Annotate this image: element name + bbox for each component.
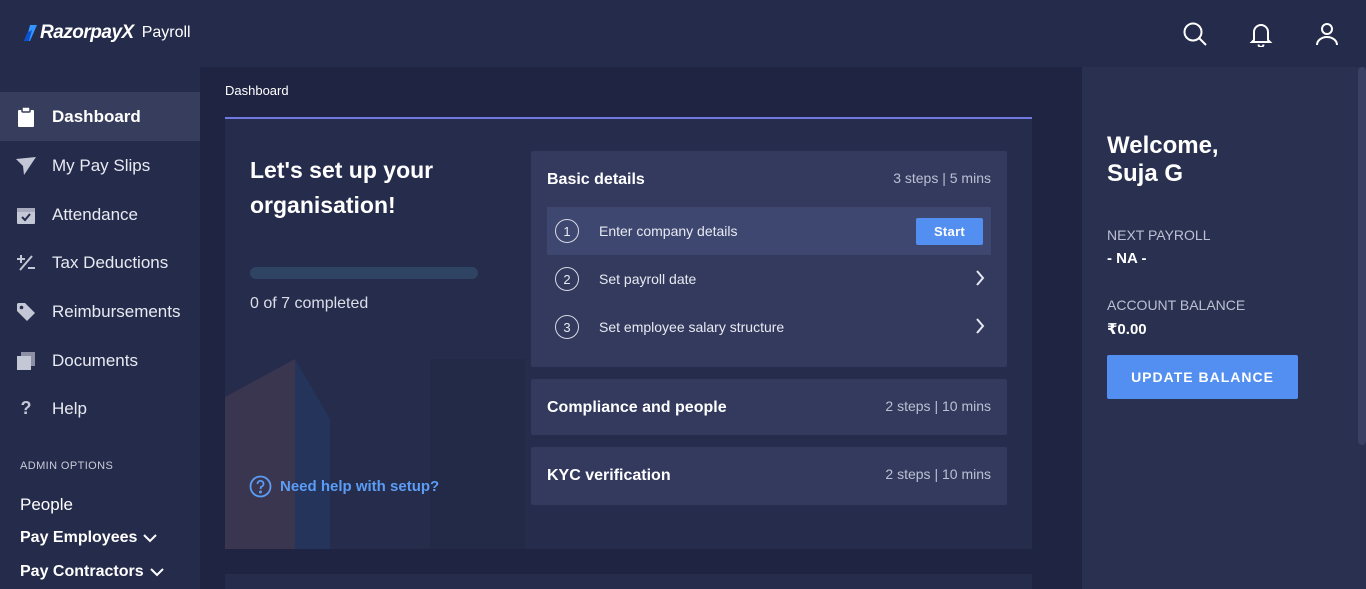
- question-icon: ?: [20, 398, 32, 418]
- start-button[interactable]: Start: [916, 218, 983, 245]
- sidebar-item-label: Dashboard: [52, 106, 141, 126]
- sidebar-item-label: Pay Contractors: [20, 563, 144, 580]
- welcome-line: Welcome,: [1107, 132, 1219, 159]
- sidebar-item-label: Help: [52, 398, 87, 418]
- next-payroll-label: NEXT PAYROLL: [1107, 227, 1211, 243]
- sidebar-item-label: Pay Employees: [20, 529, 138, 546]
- update-balance-button[interactable]: UPDATE BALANCE: [1107, 355, 1298, 399]
- compliance-and-people-card[interactable]: Compliance and people 2 steps | 10 mins: [531, 379, 1007, 435]
- sidebar-item-label: Documents: [52, 350, 138, 370]
- sidebar-item-label: Reimbursements: [52, 301, 181, 321]
- sidebar: Dashboard My Pay Slips Attendance Tax De…: [0, 67, 200, 589]
- razorpay-logo-icon: [24, 24, 38, 42]
- help-circle-icon: [249, 475, 272, 498]
- bell-icon[interactable]: [1245, 18, 1277, 50]
- chevron-right-icon: [976, 318, 985, 334]
- step-number: 2: [555, 267, 579, 291]
- breadcrumb: Dashboard: [225, 83, 289, 98]
- sidebar-item-my-pay-slips[interactable]: My Pay Slips: [0, 141, 200, 190]
- setup-help-link[interactable]: Need help with setup?: [249, 475, 439, 498]
- right-panel: Welcome, Suja G NEXT PAYROLL - NA - ACCO…: [1082, 67, 1366, 589]
- setup-card: Let's set up your organisation! 0 of 7 c…: [225, 117, 1032, 549]
- sidebar-item-documents[interactable]: Documents: [0, 336, 200, 385]
- card-title: Basic details: [547, 171, 645, 188]
- clipboard-icon: [16, 106, 36, 127]
- sidebar-item-help[interactable]: ? Help: [0, 384, 200, 433]
- card-meta: 3 steps | 5 mins: [893, 170, 991, 186]
- step-number: 3: [555, 315, 579, 339]
- account-balance-label: ACCOUNT BALANCE: [1107, 297, 1246, 313]
- kyc-verification-card[interactable]: KYC verification 2 steps | 10 mins: [531, 447, 1007, 505]
- step-row-set-salary-structure[interactable]: 3 Set employee salary structure: [547, 303, 991, 351]
- setup-progress-text: 0 of 7 completed: [250, 295, 369, 312]
- paper-plane-icon: [16, 156, 36, 176]
- admin-options-label: ADMIN OPTIONS: [20, 460, 114, 472]
- card-meta: 2 steps | 10 mins: [885, 466, 991, 482]
- chevron-down-icon: [143, 534, 158, 543]
- sidebar-item-reimbursements[interactable]: Reimbursements: [0, 287, 200, 336]
- step-row-set-payroll-date[interactable]: 2 Set payroll date: [547, 255, 991, 303]
- search-icon[interactable]: [1179, 18, 1211, 50]
- sidebar-item-tax-deductions[interactable]: Tax Deductions: [0, 238, 200, 287]
- sidebar-item-pay-contractors[interactable]: Pay Contractors: [20, 563, 164, 581]
- page-scrollbar[interactable]: [1358, 67, 1366, 445]
- decorative-graphic: [225, 359, 525, 549]
- card-title: KYC verification: [547, 467, 671, 484]
- chevron-right-icon: [976, 270, 985, 286]
- card-title: Compliance and people: [547, 399, 727, 416]
- step-label: Set employee salary structure: [599, 319, 785, 335]
- card-meta: 2 steps | 10 mins: [885, 398, 991, 414]
- step-row-enter-company-details[interactable]: 1 Enter company details Start: [547, 207, 991, 255]
- top-bar: RazorpayX Payroll: [0, 0, 1366, 67]
- user-icon[interactable]: [1311, 18, 1343, 50]
- product-name: Payroll: [141, 24, 191, 41]
- setup-help-label: Need help with setup?: [280, 478, 440, 495]
- plus-minus-icon: [16, 253, 36, 273]
- sidebar-item-dashboard[interactable]: Dashboard: [0, 92, 200, 141]
- user-name: Suja G: [1107, 160, 1184, 187]
- account-balance-value: ₹0.00: [1107, 321, 1147, 338]
- main-content: Dashboard Let's set up your organisation…: [200, 67, 1082, 589]
- sidebar-item-label: Attendance: [52, 204, 139, 224]
- sidebar-item-attendance[interactable]: Attendance: [0, 190, 200, 239]
- setup-progress-bar: [250, 267, 478, 279]
- sidebar-item-label: Tax Deductions: [52, 252, 169, 272]
- next-payroll-value: - NA -: [1107, 250, 1147, 267]
- step-label: Enter company details: [599, 223, 738, 239]
- tag-icon: [16, 302, 36, 322]
- next-card-peek: [225, 574, 1032, 589]
- documents-icon: [16, 351, 36, 371]
- sidebar-item-label: My Pay Slips: [52, 155, 151, 175]
- calendar-check-icon: [16, 205, 36, 225]
- basic-details-card: Basic details 3 steps | 5 mins 1 Enter c…: [531, 151, 1007, 367]
- sidebar-item-pay-employees[interactable]: Pay Employees: [20, 529, 158, 547]
- setup-title: Let's set up your organisation!: [250, 157, 434, 218]
- brand[interactable]: RazorpayX Payroll: [24, 22, 191, 44]
- step-number: 1: [555, 219, 579, 243]
- step-label: Set payroll date: [599, 271, 697, 287]
- sidebar-item-people[interactable]: People: [20, 495, 73, 515]
- chevron-down-icon: [149, 568, 164, 577]
- welcome-heading: Welcome, Suja G: [1107, 132, 1219, 188]
- sidebar-item-label: People: [20, 495, 73, 514]
- brand-name: RazorpayX: [40, 22, 134, 43]
